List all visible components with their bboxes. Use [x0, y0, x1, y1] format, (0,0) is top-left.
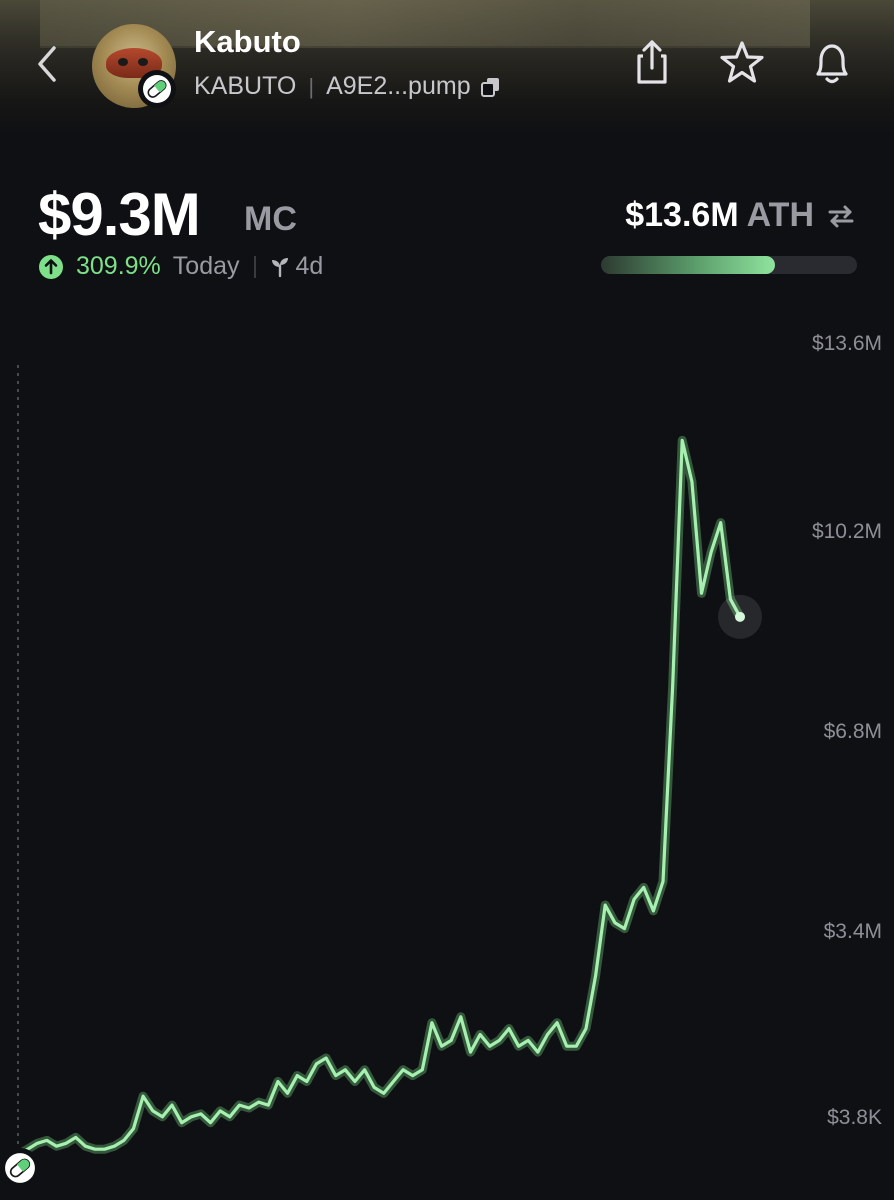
swap-icon[interactable] [826, 201, 856, 231]
token-age: 4d [295, 252, 324, 280]
token-subline: KABUTO | A9E2...pump [194, 72, 503, 101]
divider [253, 255, 256, 278]
y-tick-label: $13.6M [811, 332, 882, 355]
subline-separator: | [308, 73, 315, 99]
y-tick-label: $3.8K [827, 1106, 882, 1129]
bell-icon[interactable] [810, 38, 854, 88]
token-header: Kabuto KABUTO | A9E2...pump [0, 0, 894, 135]
price-line-glow [15, 435, 744, 1159]
token-address[interactable]: A9E2...pump [326, 72, 471, 101]
sprout-icon [271, 257, 288, 277]
price-change-row: 309.9% Today 4d [38, 252, 323, 281]
token-name: Kabuto [194, 24, 301, 59]
market-cap-value: $9.3M [38, 181, 201, 248]
copy-icon[interactable] [479, 75, 503, 99]
back-icon[interactable] [30, 44, 66, 84]
pill-icon [138, 70, 176, 108]
ath-progress-bar [601, 256, 857, 274]
price-chart-svg [15, 365, 762, 1160]
arrow-up-icon [39, 254, 63, 279]
token-ticker: KABUTO [194, 72, 297, 100]
pill-icon [0, 1148, 40, 1188]
ath-progress-fill [601, 256, 776, 274]
y-tick-label: $10.2M [811, 520, 882, 543]
ath-value: $13.6M [625, 196, 739, 234]
change-percent: 309.9% [76, 252, 161, 280]
y-tick-label: $3.4M [823, 920, 882, 943]
current-price-dot [735, 611, 745, 622]
change-period: Today [172, 252, 240, 280]
y-tick-label: $6.8M [823, 720, 882, 743]
ath-label: ATH [746, 196, 814, 234]
ath-row: $13.6M ATH [625, 196, 856, 235]
star-icon[interactable] [720, 38, 764, 88]
market-cap-unit: MC [244, 200, 297, 238]
price-chart[interactable]: $13.6M $10.2M $6.8M $3.4M $3.8K [0, 320, 894, 1200]
price-line [17, 438, 742, 1157]
share-icon[interactable] [630, 38, 674, 88]
